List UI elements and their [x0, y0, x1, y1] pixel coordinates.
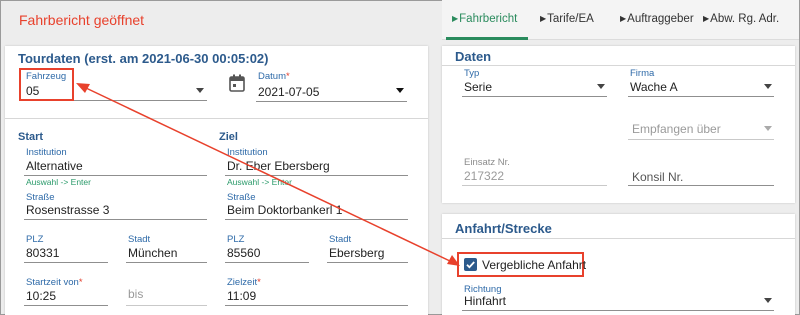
- mission-number-input[interactable]: 217322: [464, 169, 504, 183]
- type-underline: [462, 96, 607, 97]
- dest-city-input[interactable]: Ebersberg: [329, 246, 384, 260]
- start-street-underline: [24, 219, 207, 220]
- dest-institution-hint: Auswahl -> Enter: [227, 177, 292, 187]
- start-street-label: Straße: [26, 192, 55, 203]
- tab-label: Tarife/EA: [547, 13, 594, 25]
- mission-number-underline: [462, 185, 607, 186]
- target-time-underline: [225, 305, 408, 306]
- type-dropdown-icon[interactable]: [597, 84, 605, 89]
- start-time-label: Startzeit von*: [26, 277, 83, 288]
- daten-divider: [442, 65, 795, 66]
- active-tab-indicator: [446, 37, 528, 40]
- company-dropdown-icon[interactable]: [764, 84, 772, 89]
- dest-heading: Ziel: [219, 131, 238, 143]
- dest-zip-underline: [225, 262, 309, 263]
- dest-institution-input[interactable]: Dr. Eber Ebersberg: [227, 159, 330, 173]
- target-time-input[interactable]: 11:09: [227, 289, 256, 303]
- received-via-underline: [628, 139, 774, 140]
- futile-trip-label[interactable]: Vergebliche Anfahrt: [482, 258, 586, 272]
- tab-fahrbericht[interactable]: ▶Fahrbericht: [452, 13, 517, 25]
- route-divider: [442, 238, 795, 239]
- end-time-underline: [126, 305, 207, 306]
- type-select[interactable]: Serie: [464, 80, 492, 94]
- start-city-input[interactable]: München: [128, 246, 177, 260]
- tab-label: Fahrbericht: [459, 13, 518, 25]
- start-city-label: Stadt: [128, 234, 151, 245]
- target-time-label: Zielzeit*: [227, 277, 261, 288]
- tab-arrow-icon: ▶: [452, 14, 459, 23]
- received-via-dropdown-icon[interactable]: [764, 126, 772, 131]
- direction-dropdown-icon[interactable]: [764, 298, 772, 303]
- start-institution-hint: Auswahl -> Enter: [26, 177, 91, 187]
- dest-city-label: Stadt: [329, 234, 352, 245]
- start-zip-underline: [24, 262, 108, 263]
- dest-institution-label: Institution: [227, 147, 268, 158]
- date-dropdown-icon[interactable]: [396, 88, 404, 93]
- start-institution-underline: [24, 175, 207, 176]
- start-heading: Start: [18, 131, 44, 143]
- tab-abw-rg-adr[interactable]: ▶Abw. Rg. Adr.: [703, 13, 779, 25]
- dest-institution-underline: [225, 175, 408, 176]
- konsil-number-input[interactable]: Konsil Nr.: [632, 170, 683, 184]
- route-panel-title: Anfahrt/Strecke: [455, 221, 552, 236]
- start-time-underline: [24, 305, 108, 306]
- dest-zip-input[interactable]: 85560: [227, 246, 260, 260]
- tab-tarife[interactable]: ▶Tarife/EA: [540, 13, 594, 25]
- mission-number-label: Einsatz Nr.: [464, 157, 510, 168]
- tour-panel-title: Tourdaten (erst. am 2021-06-30 00:05:02): [18, 51, 269, 66]
- dest-street-underline: [225, 219, 408, 220]
- start-time-input[interactable]: 10:25: [26, 289, 56, 303]
- date-label: Datum*: [258, 71, 290, 82]
- date-value[interactable]: 2021-07-05: [258, 85, 319, 99]
- type-label: Typ: [464, 68, 480, 79]
- dest-zip-label: PLZ: [227, 234, 245, 245]
- vehicle-highlight-box: [19, 68, 74, 101]
- status-banner: Fahrbericht geöffnet: [19, 12, 145, 28]
- tab-arrow-icon: ▶: [540, 14, 547, 23]
- section-divider: [5, 118, 428, 119]
- dest-street-label: Straße: [227, 192, 256, 203]
- company-underline: [628, 96, 774, 97]
- received-via-select[interactable]: Empfangen über: [632, 122, 721, 136]
- start-zip-label: PLZ: [26, 234, 44, 245]
- company-select[interactable]: Wache A: [630, 80, 678, 94]
- check-icon: [466, 261, 475, 269]
- daten-panel-title: Daten: [455, 49, 492, 64]
- calendar-icon[interactable]: [229, 74, 245, 92]
- dest-city-underline: [327, 262, 408, 263]
- vehicle-dropdown-icon[interactable]: [196, 88, 204, 93]
- direction-select[interactable]: Hinfahrt: [464, 294, 506, 308]
- start-zip-input[interactable]: 80331: [26, 246, 59, 260]
- tab-label: Auftraggeber: [627, 13, 694, 25]
- konsil-number-underline: [628, 185, 774, 186]
- start-institution-label: Institution: [26, 147, 67, 158]
- tab-auftraggeber[interactable]: ▶Auftraggeber: [620, 13, 694, 25]
- end-time-input[interactable]: bis: [128, 287, 143, 301]
- start-street-input[interactable]: Rosenstrasse 3: [26, 203, 109, 217]
- start-city-underline: [126, 262, 207, 263]
- tab-arrow-icon: ▶: [703, 14, 710, 23]
- company-label: Firma: [630, 68, 655, 79]
- start-institution-input[interactable]: Alternative: [26, 159, 83, 173]
- tab-label: Abw. Rg. Adr.: [710, 13, 780, 25]
- direction-underline: [462, 310, 774, 311]
- tab-arrow-icon: ▶: [620, 14, 627, 23]
- dest-street-input[interactable]: Beim Doktorbankerl 1: [227, 203, 342, 217]
- date-underline: [256, 101, 407, 102]
- futile-trip-checkbox[interactable]: [464, 258, 477, 271]
